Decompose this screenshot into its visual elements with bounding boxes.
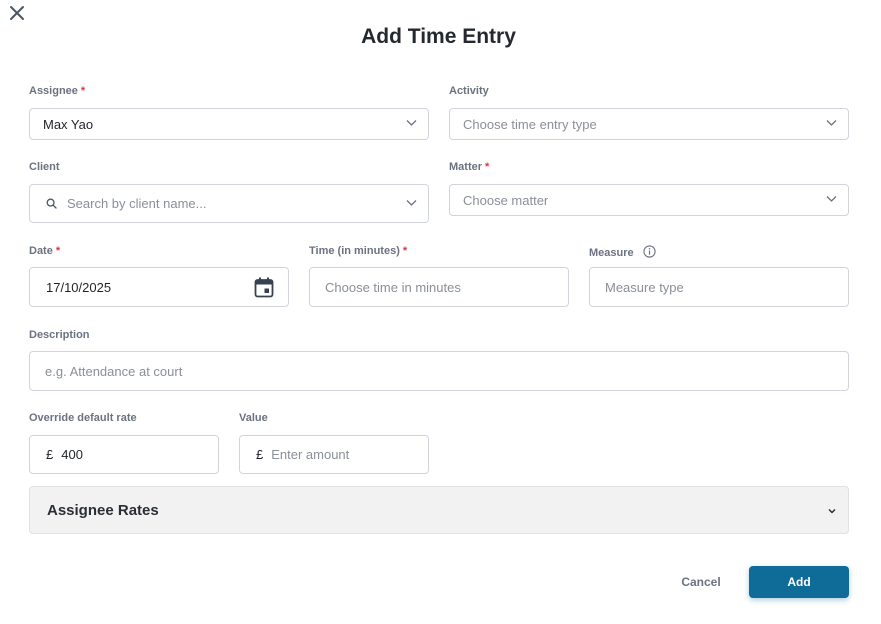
cancel-button[interactable]: Cancel <box>672 566 730 597</box>
measure-label-text: Measure <box>589 247 634 259</box>
search-icon <box>46 198 57 209</box>
value-label: Value <box>239 412 268 424</box>
description-input[interactable]: e.g. Attendance at court <box>29 351 849 391</box>
date-input[interactable]: 17/10/2025 <box>29 267 289 307</box>
chevron-down-icon <box>826 196 837 202</box>
measure-input[interactable]: Measure type <box>589 267 849 307</box>
activity-select[interactable]: Choose time entry type <box>449 108 849 140</box>
info-icon[interactable] <box>643 245 656 258</box>
assignee-value: Max Yao <box>43 116 94 132</box>
chevron-down-icon <box>406 120 417 126</box>
close-icon[interactable] <box>8 4 26 22</box>
matter-label: Matter * <box>449 161 489 173</box>
description-label: Description <box>29 329 90 341</box>
dialog-title: Add Time Entry <box>361 25 516 48</box>
currency-symbol: £ <box>46 447 54 462</box>
required-marker: * <box>55 245 61 257</box>
chevron-down-icon <box>406 199 417 206</box>
assignee-rates-title: Assignee Rates <box>47 501 159 519</box>
matter-label-text: Matter <box>449 161 483 173</box>
client-search-select[interactable]: Search by client name... <box>29 184 429 223</box>
override-rate-label: Override default rate <box>29 412 137 424</box>
date-value: 17/10/2025 <box>46 279 112 295</box>
assignee-select[interactable]: Max Yao <box>29 108 429 140</box>
activity-placeholder: Choose time entry type <box>463 116 597 132</box>
matter-placeholder: Choose matter <box>463 192 549 208</box>
time-minutes-input[interactable]: Choose time in minutes <box>309 267 569 307</box>
chevron-down-icon <box>826 120 837 126</box>
required-marker: * <box>402 245 408 257</box>
client-placeholder: Search by client name... <box>67 196 207 211</box>
description-placeholder: e.g. Attendance at court <box>45 363 183 379</box>
time-label-text: Time (in minutes) <box>309 245 400 257</box>
date-label-text: Date <box>29 245 53 257</box>
value-placeholder: Enter amount <box>271 447 350 462</box>
matter-select[interactable]: Choose matter <box>449 184 849 216</box>
measure-placeholder: Measure type <box>605 279 684 295</box>
override-rate-value: 400 <box>61 447 83 462</box>
assignee-label: Assignee * <box>29 85 85 97</box>
assignee-label-text: Assignee <box>29 85 78 97</box>
add-button[interactable]: Add <box>749 566 849 598</box>
required-marker: * <box>485 161 490 173</box>
date-label: Date * <box>29 245 60 257</box>
assignee-rates-accordion[interactable]: Assignee Rates <box>29 486 849 534</box>
measure-label: Measure <box>589 245 656 259</box>
value-amount-input[interactable]: £ Enter amount <box>239 435 429 474</box>
activity-label: Activity <box>449 85 489 97</box>
calendar-icon[interactable] <box>254 277 274 298</box>
time-label: Time (in minutes) * <box>309 245 407 257</box>
currency-symbol: £ <box>256 447 264 462</box>
client-label: Client <box>29 161 60 173</box>
override-rate-input[interactable]: £ 400 <box>29 435 219 474</box>
chevron-down-icon <box>828 508 836 514</box>
required-marker: * <box>80 85 86 97</box>
time-placeholder: Choose time in minutes <box>325 279 461 295</box>
